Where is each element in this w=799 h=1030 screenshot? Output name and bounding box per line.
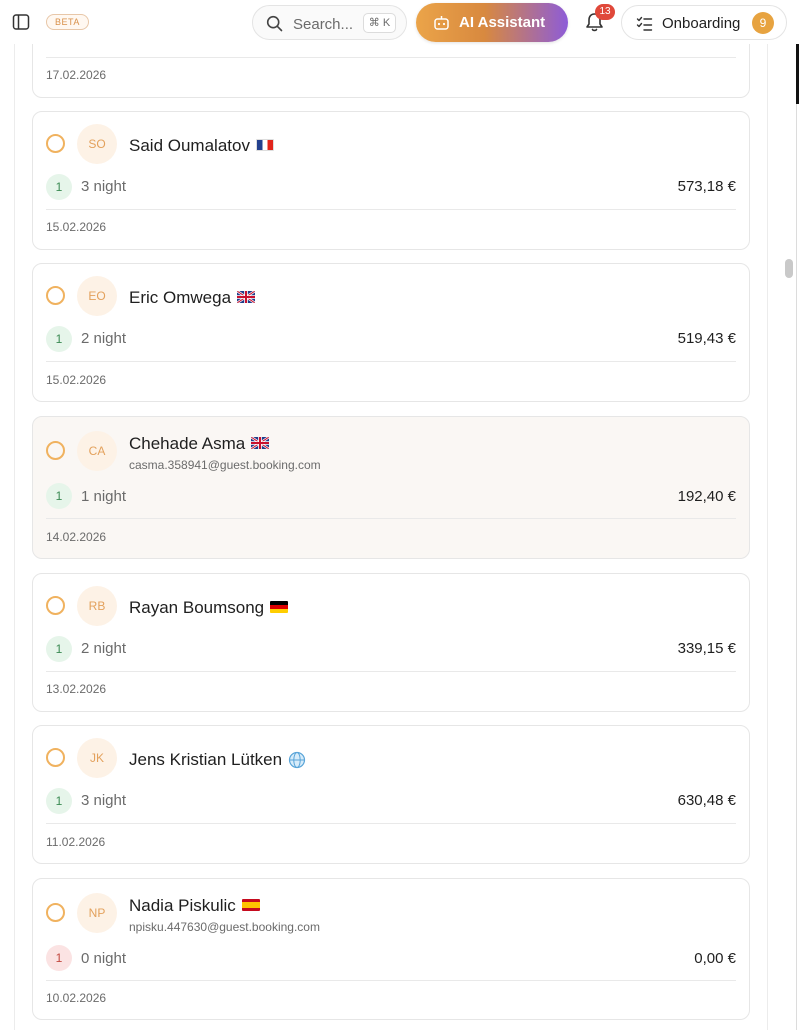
select-checkbox[interactable] <box>46 903 65 922</box>
booking-date: 10.02.2026 <box>46 991 107 1005</box>
avatar: RB <box>77 586 117 626</box>
spain-flag-icon <box>241 898 260 911</box>
nights-count: 0 night <box>81 950 127 967</box>
booking-date: 15.02.2026 <box>46 373 107 387</box>
guest-name: Nadia Piskulic <box>129 896 260 916</box>
globe-icon <box>288 751 306 768</box>
card-divider <box>46 980 736 981</box>
onboarding-label: Onboarding <box>662 15 741 32</box>
france-flag-icon <box>255 138 274 151</box>
avatar: SO <box>77 124 117 164</box>
select-checkbox[interactable] <box>46 134 65 153</box>
booking-price: 519,43 € <box>677 330 736 347</box>
guest-count-badge: 1 <box>46 788 72 814</box>
guest-count-badge: 1 <box>46 174 72 200</box>
onboarding-count-badge: 9 <box>752 12 774 34</box>
select-checkbox[interactable] <box>46 441 65 460</box>
guest-count-badge: 1 <box>46 636 72 662</box>
top-bar: BETA Search... ⌘ K AI Assistant 13 Onboa <box>0 0 799 44</box>
card-divider <box>46 671 736 672</box>
booking-price: 0,00 € <box>694 950 736 967</box>
guest-email: npisku.447630@guest.booking.com <box>129 920 320 934</box>
card-divider <box>46 518 736 519</box>
booking-card-selected[interactable]: CA Chehade Asma casma.358941@guest.booki… <box>32 416 750 559</box>
booking-price: 192,40 € <box>677 488 736 505</box>
guest-name: Eric Omwega <box>129 288 256 308</box>
guest-email: casma.358941@guest.booking.com <box>129 458 321 472</box>
search-placeholder: Search... <box>293 16 354 33</box>
booking-date: 13.02.2026 <box>46 682 107 696</box>
notifications-badge: 13 <box>595 4 615 20</box>
booking-date: 14.02.2026 <box>46 530 107 544</box>
booking-card[interactable]: EO Eric Omwega 1 2 night 519,43 € 15.02.… <box>32 263 750 402</box>
booking-date: 15.02.2026 <box>46 220 107 234</box>
booking-price: 339,15 € <box>677 640 736 657</box>
nights-count: 3 night <box>81 792 127 809</box>
sidebar-toggle-icon[interactable] <box>12 13 30 31</box>
select-checkbox[interactable] <box>46 286 65 305</box>
search-box[interactable]: Search... ⌘ K <box>252 5 407 40</box>
card-divider <box>46 823 736 824</box>
uk-flag-icon <box>251 436 270 449</box>
ai-assistant-label: AI Assistant <box>459 14 546 31</box>
avatar: EO <box>77 276 117 316</box>
booking-price: 630,48 € <box>677 792 736 809</box>
beta-badge: BETA <box>46 14 89 30</box>
checklist-icon <box>636 16 653 31</box>
booking-date: 17.02.2026 <box>46 68 107 82</box>
nights-count: 2 night <box>81 640 127 657</box>
card-divider <box>46 57 736 58</box>
ai-assistant-button[interactable]: AI Assistant <box>416 3 568 42</box>
select-checkbox[interactable] <box>46 596 65 615</box>
avatar: CA <box>77 431 117 471</box>
avatar: NP <box>77 893 117 933</box>
search-shortcut-hint: ⌘ K <box>363 13 396 33</box>
booking-card[interactable]: JK Jens Kristian Lütken 1 3 night 630,48… <box>32 725 750 864</box>
card-divider <box>46 209 736 210</box>
nights-count: 1 night <box>81 488 127 505</box>
booking-card[interactable]: NP Nadia Piskulic npisku.447630@guest.bo… <box>32 878 750 1020</box>
select-checkbox[interactable] <box>46 748 65 767</box>
guest-name: Jens Kristian Lütken <box>129 750 306 770</box>
booking-date: 11.02.2026 <box>46 835 106 849</box>
germany-flag-icon <box>270 600 289 613</box>
search-icon <box>266 15 283 32</box>
guest-count-badge: 1 <box>46 945 72 971</box>
guest-count-badge: 1 <box>46 483 72 509</box>
card-divider <box>46 361 736 362</box>
nights-count: 2 night <box>81 330 127 347</box>
onboarding-button[interactable]: Onboarding 9 <box>621 5 787 40</box>
booking-card[interactable]: SO Said Oumalatov 1 3 night 573,18 € 15.… <box>32 111 750 250</box>
uk-flag-icon <box>237 290 256 303</box>
booking-card[interactable]: RB Rayan Boumsong 1 2 night 339,15 € 13.… <box>32 573 750 712</box>
booking-price: 573,18 € <box>677 178 736 195</box>
nights-count: 3 night <box>81 178 127 195</box>
guest-name: Said Oumalatov <box>129 136 274 156</box>
scrollbar-thumb[interactable] <box>785 259 793 278</box>
guest-count-badge: 1 <box>46 326 72 352</box>
robot-icon <box>434 16 449 30</box>
avatar: JK <box>77 738 117 778</box>
guest-name: Chehade Asma <box>129 434 270 454</box>
guest-name: Rayan Boumsong <box>129 598 289 618</box>
